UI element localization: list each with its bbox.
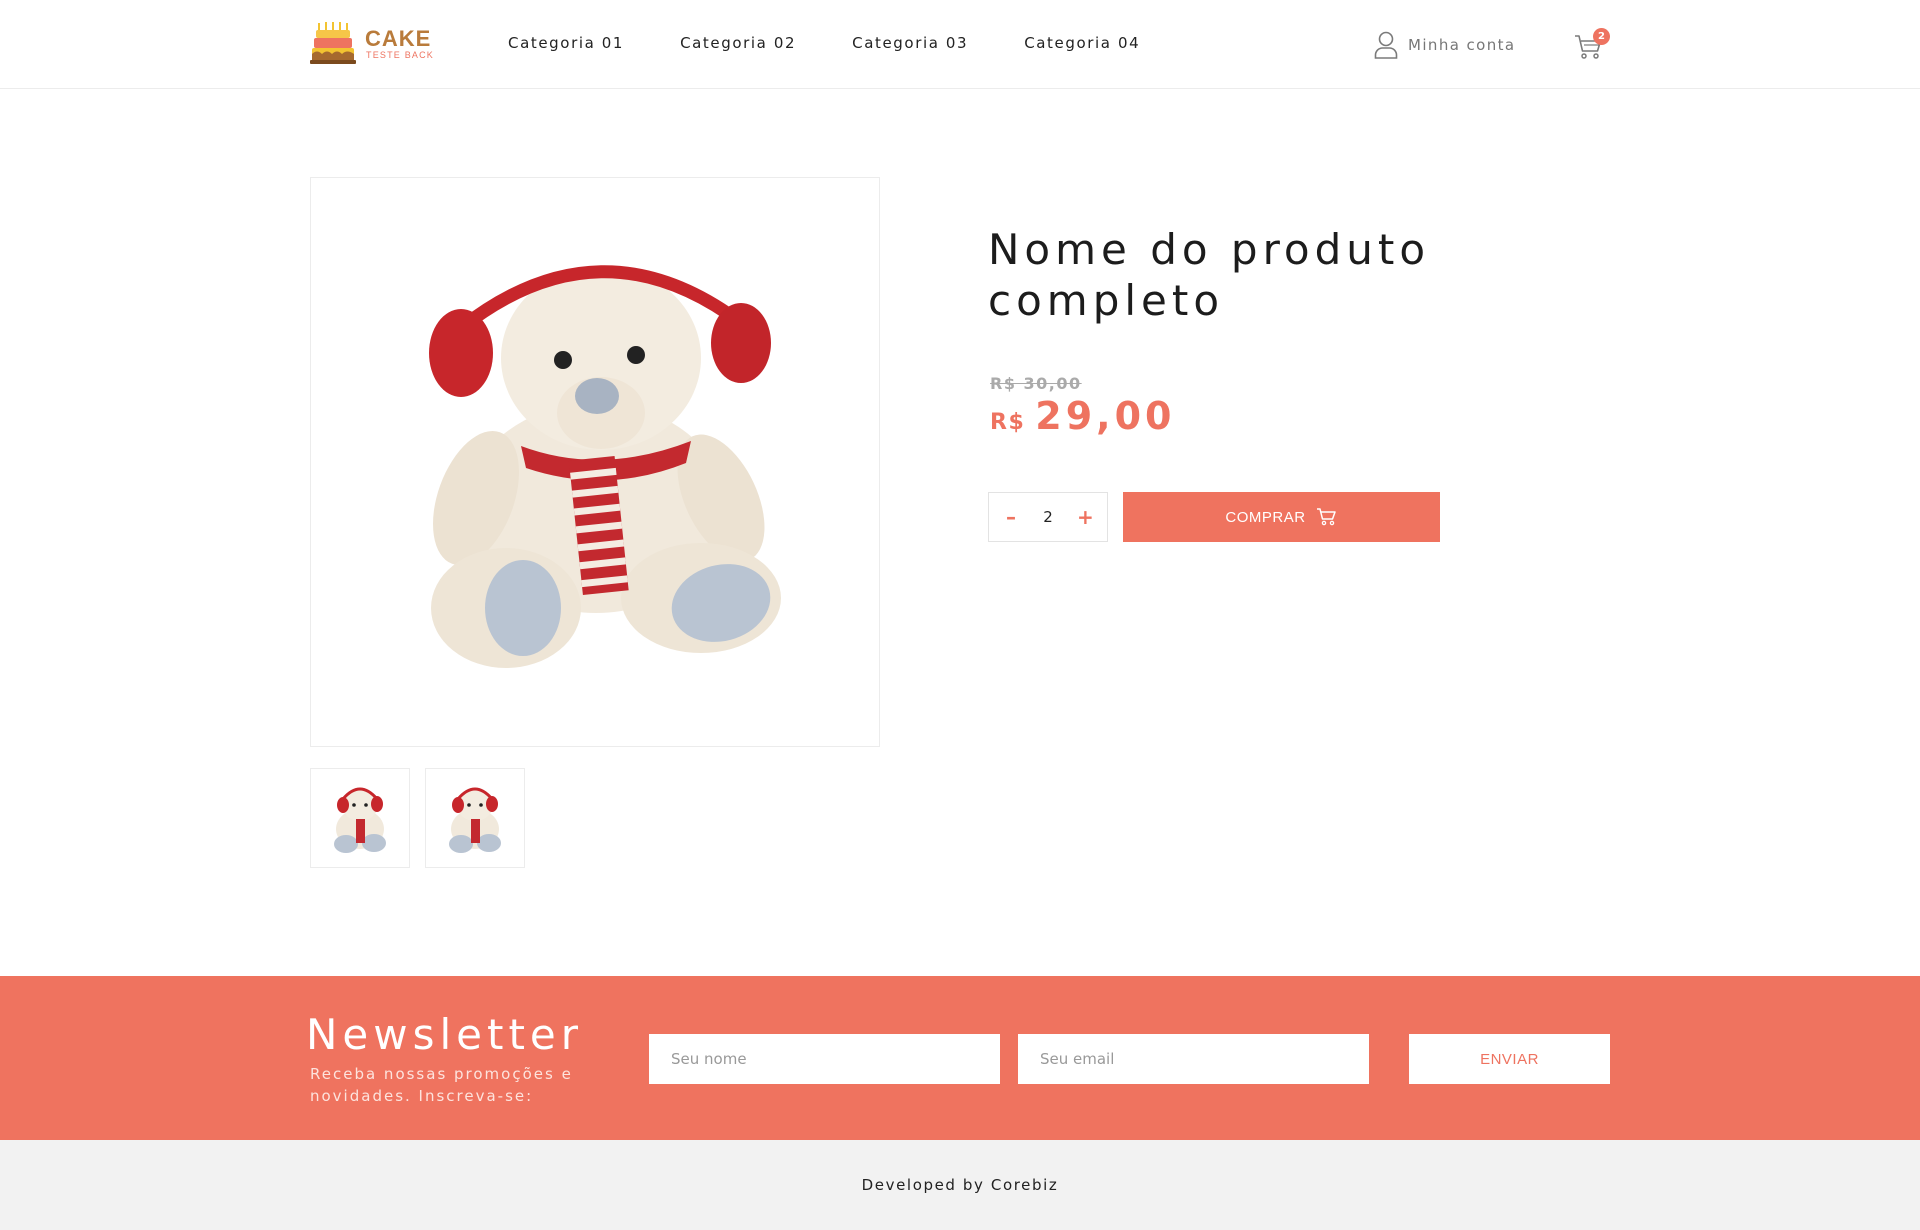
newsletter-title: Newsletter [306,1010,584,1059]
site-footer: Developed by Corebiz [0,1140,1920,1230]
newsletter-email-input[interactable] [1018,1034,1369,1084]
quantity-decrease-button[interactable]: – [1003,505,1019,529]
main-nav: Categoria 01 Categoria 02 Categoria 03 C… [508,34,1196,56]
quantity-stepper: – 2 + [988,492,1108,542]
user-icon [1374,31,1398,59]
product-thumbnail-2[interactable] [425,768,525,868]
teddy-bear-image [429,265,781,668]
buy-button-label: COMPRAR [1225,508,1306,526]
newsletter-subtitle: Receba nossas promoções e novidades. Ins… [310,1065,573,1105]
product-main-image[interactable] [310,177,880,747]
newsletter-name-input[interactable] [649,1034,1000,1084]
account-label: Minha conta [1408,36,1516,54]
cart-count-badge: 2 [1593,28,1610,45]
nav-item-categoria-01[interactable]: Categoria 01 [508,34,624,56]
site-header: CAKE TESTE BACK Categoria 01 Categoria 0… [0,0,1920,89]
price-current: R$ 29,00 [990,394,1175,438]
nav-item-categoria-04[interactable]: Categoria 04 [1024,34,1140,56]
logo[interactable]: CAKE TESTE BACK [310,20,440,66]
quantity-increase-button[interactable]: + [1077,505,1094,529]
product-name: Nome do produto completo [988,225,1431,325]
cart-icon [1316,508,1336,526]
quantity-value[interactable]: 2 [1043,508,1053,526]
nav-item-categoria-03[interactable]: Categoria 03 [852,34,968,56]
footer-credit: Developed by Corebiz [861,1176,1059,1194]
account-link[interactable]: Minha conta [1374,30,1516,60]
product-thumbnail-1[interactable] [310,768,410,868]
buy-button[interactable]: COMPRAR [1123,492,1440,542]
cart-button[interactable]: 2 [1574,28,1610,62]
logo-subtitle: TESTE BACK [366,50,435,60]
logo-title: CAKE [365,26,432,51]
price-old: R$ 30,00 [990,374,1082,393]
teddy-bear-thumbnail [334,787,386,853]
nav-item-categoria-02[interactable]: Categoria 02 [680,34,796,56]
teddy-bear-thumbnail [449,787,501,853]
newsletter-send-button[interactable]: ENVIAR [1409,1034,1610,1084]
price-currency: R$ [990,410,1026,435]
cake-logo-icon [310,22,356,64]
price-value: 29,00 [1035,394,1176,438]
newsletter-section: Newsletter Receba nossas promoções e nov… [0,976,1920,1140]
